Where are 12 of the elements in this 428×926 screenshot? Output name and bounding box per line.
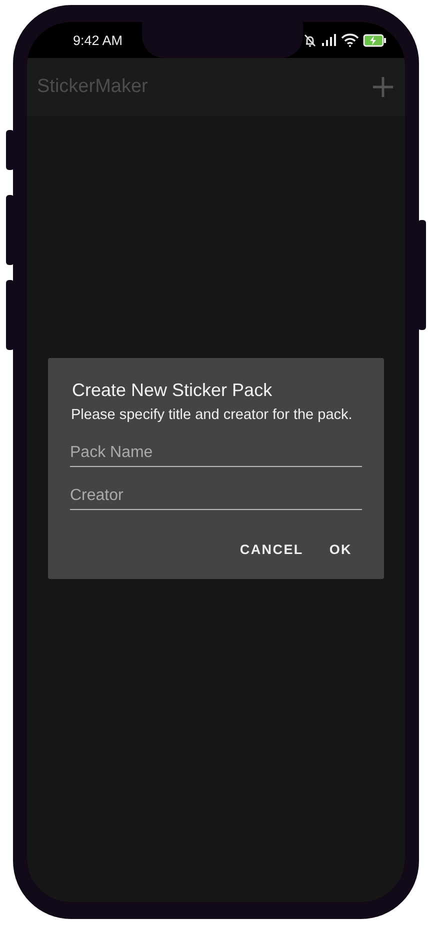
signal-icon	[321, 34, 337, 46]
wifi-icon	[341, 33, 359, 47]
dialog-title: Create New Sticker Pack	[72, 380, 274, 401]
dialog-button[interactable]: OK	[319, 536, 362, 563]
dialog-button[interactable]: CANCEL	[230, 536, 314, 563]
input-field[interactable]: Pack Name	[70, 438, 362, 467]
muted-bell-icon	[303, 34, 317, 46]
dialog-message: Please specify title and creator for the pack.	[71, 406, 354, 425]
input-field[interactable]: Creator	[70, 481, 362, 510]
add-icon[interactable]	[372, 76, 394, 98]
battery-charging-icon	[363, 34, 387, 46]
status-time: 9:42 AM	[73, 32, 124, 48]
